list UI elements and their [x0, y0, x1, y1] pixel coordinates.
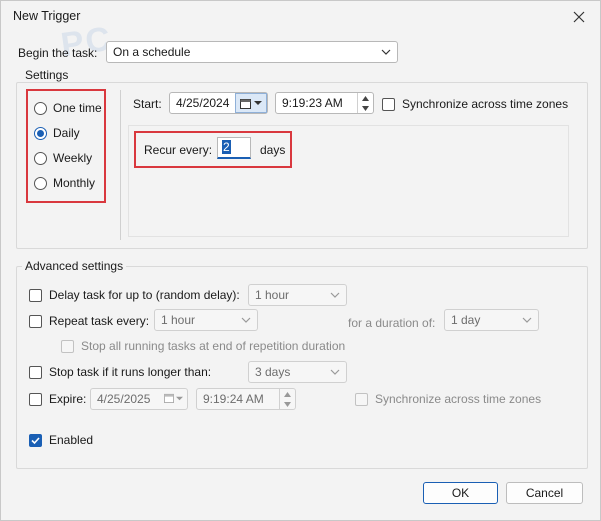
delay-task-label: Delay task for up to (random delay):: [49, 288, 240, 302]
stop-running-tasks-checkbox[interactable]: Stop all running tasks at end of repetit…: [61, 339, 345, 353]
spin-down-icon: [362, 105, 369, 111]
radio-label: Monthly: [53, 176, 96, 190]
radio-button[interactable]: [34, 101, 47, 115]
expire-date-field[interactable]: 4/25/2025: [90, 388, 188, 410]
settings-divider: [120, 90, 121, 240]
chevron-down-icon: [381, 49, 391, 55]
expire-sync-label: Synchronize across time zones: [375, 392, 542, 406]
expire-label: Expire:: [49, 392, 87, 406]
duration-value: 1 day: [451, 313, 481, 327]
stop-longer-value: 3 days: [255, 365, 291, 379]
chevron-down-icon: [176, 396, 183, 400]
chevron-down-icon: [330, 369, 340, 375]
repeat-task-checkbox[interactable]: Repeat task every:: [29, 314, 149, 328]
expire-sync-checkbox[interactable]: Synchronize across time zones: [355, 392, 541, 406]
repeat-task-label: Repeat task every:: [49, 314, 150, 328]
stop-running-tasks-label: Stop all running tasks at end of repetit…: [81, 339, 346, 353]
advanced-settings-title: Advanced settings: [22, 259, 127, 273]
calendar-icon: [164, 393, 174, 403]
spin-up-icon: [284, 391, 291, 397]
chevron-down-icon: [522, 317, 532, 323]
stop-task-longer-checkbox[interactable]: Stop task if it runs longer than:: [29, 365, 211, 379]
sync-time-zones-checkbox[interactable]: Synchronize across time zones: [382, 97, 568, 111]
recur-every-label: Recur every:: [144, 143, 213, 157]
start-time-field[interactable]: 9:19:23 AM: [275, 92, 374, 114]
window-title: New Trigger: [13, 9, 81, 23]
stop-longer-dropdown[interactable]: 3 days: [248, 361, 347, 383]
checkbox[interactable]: [29, 392, 42, 406]
close-icon: [573, 11, 585, 23]
radio-button[interactable]: [34, 151, 47, 165]
stop-task-longer-label: Stop task if it runs longer than:: [49, 365, 212, 379]
checkbox[interactable]: [29, 433, 42, 447]
begin-task-label: Begin the task:: [18, 46, 98, 60]
recur-every-value: 2: [222, 140, 231, 154]
begin-task-dropdown[interactable]: On a schedule: [106, 41, 398, 63]
radio-one-time[interactable]: One time: [34, 101, 102, 115]
new-trigger-dialog: New Trigger PC Begin the task: On a sche…: [0, 0, 601, 521]
checkbox[interactable]: [29, 288, 42, 302]
expire-time-value: 9:19:24 AM: [203, 392, 264, 406]
expire-date-value: 4/25/2025: [97, 392, 151, 406]
date-picker-button[interactable]: [235, 93, 267, 113]
start-time-value: 9:19:23 AM: [282, 96, 343, 110]
spin-down-icon: [284, 401, 291, 407]
duration-label: for a duration of:: [348, 316, 436, 330]
expire-time-field[interactable]: 9:19:24 AM: [196, 388, 296, 410]
checkmark-icon: [31, 436, 40, 444]
radio-weekly[interactable]: Weekly: [34, 151, 92, 165]
ok-button[interactable]: OK: [423, 482, 498, 504]
recur-every-input[interactable]: 2: [217, 137, 251, 159]
repeat-dropdown[interactable]: 1 hour: [154, 309, 258, 331]
radio-button[interactable]: [34, 176, 47, 190]
chevron-down-icon: [330, 292, 340, 298]
chevron-down-icon: [241, 317, 251, 323]
checkbox[interactable]: [355, 392, 368, 406]
checkbox[interactable]: [382, 97, 395, 111]
spin-up-icon: [362, 95, 369, 101]
repeat-value: 1 hour: [161, 313, 196, 327]
settings-title: Settings: [22, 68, 72, 82]
checkbox[interactable]: [29, 314, 42, 328]
begin-task-value: On a schedule: [113, 45, 191, 59]
checkbox[interactable]: [61, 339, 74, 353]
radio-monthly[interactable]: Monthly: [34, 176, 95, 190]
delay-dropdown[interactable]: 1 hour: [248, 284, 347, 306]
cancel-button[interactable]: Cancel: [506, 482, 583, 504]
duration-dropdown[interactable]: 1 day: [444, 309, 539, 331]
enabled-checkbox[interactable]: Enabled: [29, 433, 93, 447]
expire-checkbox[interactable]: Expire:: [29, 392, 86, 406]
expire-date-picker[interactable]: [164, 393, 183, 403]
sync-time-zones-label: Synchronize across time zones: [402, 97, 569, 111]
radio-label: One time: [53, 101, 102, 115]
enabled-label: Enabled: [49, 433, 94, 447]
close-button[interactable]: [568, 6, 590, 28]
time-spinner[interactable]: [279, 389, 295, 409]
radio-label: Weekly: [53, 151, 93, 165]
time-spinner[interactable]: [357, 93, 373, 113]
cancel-button-label: Cancel: [525, 486, 564, 500]
radio-label: Daily: [53, 126, 80, 140]
chevron-down-icon: [254, 101, 262, 105]
recur-unit-label: days: [260, 143, 286, 157]
checkbox[interactable]: [29, 365, 42, 379]
title-bar: New Trigger: [1, 1, 600, 32]
delay-value: 1 hour: [255, 288, 290, 302]
delay-task-checkbox[interactable]: Delay task for up to (random delay):: [29, 288, 240, 302]
calendar-icon: [240, 98, 251, 109]
radio-button[interactable]: [34, 126, 47, 140]
start-label: Start:: [133, 97, 162, 111]
ok-button-label: OK: [451, 486, 470, 500]
radio-daily[interactable]: Daily: [34, 126, 80, 140]
start-date-value: 4/25/2024: [176, 96, 230, 110]
